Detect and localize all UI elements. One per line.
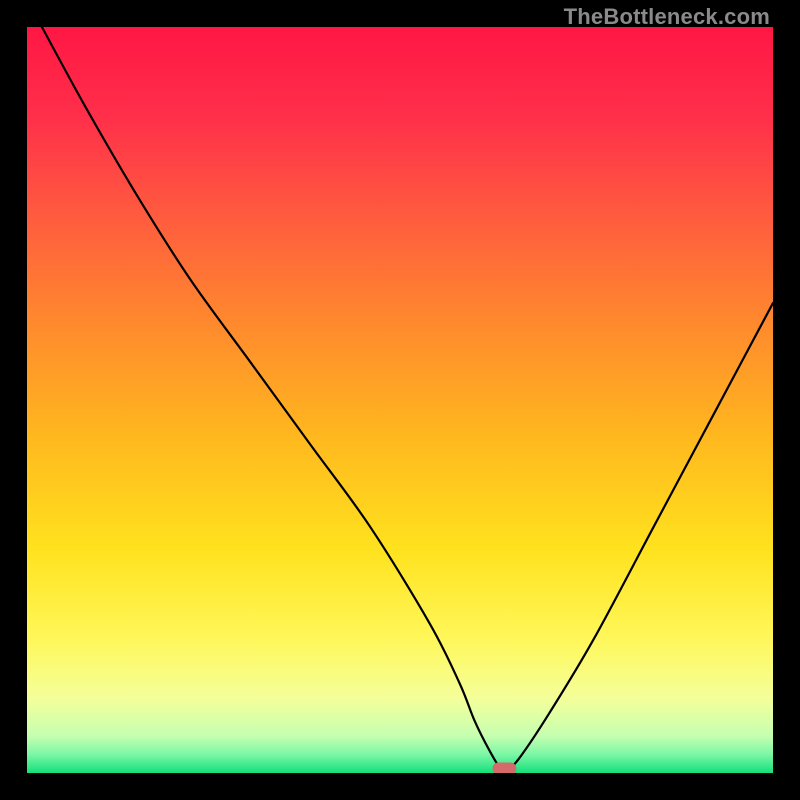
chart-svg (27, 27, 773, 773)
gradient-background (27, 27, 773, 773)
optimal-marker (493, 763, 517, 773)
plot-area (27, 27, 773, 773)
watermark-text: TheBottleneck.com (564, 4, 770, 30)
chart-frame: TheBottleneck.com (0, 0, 800, 800)
